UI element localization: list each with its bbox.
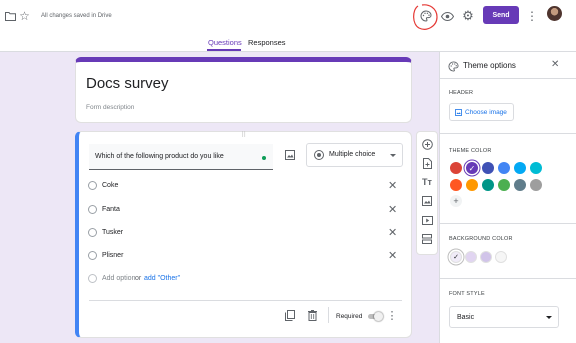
add-option-row: Add option or add "Other" bbox=[79, 272, 412, 286]
dropdown-arrow-icon bbox=[546, 316, 552, 319]
add-question-icon[interactable] bbox=[420, 137, 434, 151]
question-type-select[interactable]: Multiple choice bbox=[306, 143, 403, 167]
option-row[interactable]: Tusker ✕ bbox=[79, 226, 412, 240]
image-icon bbox=[454, 108, 462, 116]
form-description[interactable]: Form description bbox=[86, 104, 134, 111]
custom-color-button[interactable]: + bbox=[450, 195, 462, 207]
option-label[interactable]: Coke bbox=[102, 182, 118, 189]
add-image-icon[interactable] bbox=[284, 149, 296, 161]
background-color-swatch[interactable]: ✓ bbox=[450, 251, 462, 263]
theme-color-swatch[interactable] bbox=[482, 179, 494, 191]
delete-icon[interactable] bbox=[306, 309, 318, 321]
save-status: All changes saved in Drive bbox=[41, 13, 112, 19]
option-label[interactable]: Plisner bbox=[102, 252, 123, 259]
header-section-label: HEADER bbox=[449, 90, 474, 96]
background-color-section-label: BACKGROUND COLOR bbox=[449, 236, 513, 242]
background-color-swatch[interactable] bbox=[495, 251, 507, 263]
section-divider bbox=[440, 223, 576, 224]
choose-image-button[interactable]: Choose image bbox=[449, 103, 514, 121]
add-other-link[interactable]: add "Other" bbox=[144, 275, 180, 282]
send-button-label: Send bbox=[492, 11, 510, 19]
add-title-icon[interactable]: Tт bbox=[420, 175, 434, 189]
form-title[interactable]: Docs survey bbox=[86, 75, 169, 92]
choose-image-label: Choose image bbox=[465, 109, 507, 116]
question-title-field[interactable]: Which of the following product do you li… bbox=[89, 144, 273, 170]
option-row[interactable]: Plisner ✕ bbox=[79, 249, 412, 263]
question-text: Which of the following product do you li… bbox=[95, 153, 224, 160]
duplicate-icon[interactable] bbox=[284, 309, 296, 321]
remove-option-icon[interactable]: ✕ bbox=[388, 228, 397, 239]
panel-title: Theme options bbox=[463, 61, 516, 70]
top-bar: ☆ All changes saved in Drive ⚙ Send ⋮ bbox=[0, 0, 576, 32]
send-button[interactable]: Send bbox=[483, 6, 519, 24]
font-style-value: Basic bbox=[457, 314, 475, 321]
question-card: ⠿ Which of the following product do you … bbox=[75, 131, 412, 338]
theme-color-swatch[interactable] bbox=[514, 179, 526, 191]
radio-circle bbox=[88, 181, 97, 190]
theme-color-swatch[interactable] bbox=[498, 162, 510, 174]
section-divider bbox=[440, 133, 576, 134]
title-card: Docs survey Form description bbox=[75, 57, 412, 123]
footer-divider bbox=[89, 300, 402, 301]
background-color-swatch[interactable] bbox=[480, 251, 492, 263]
radio-circle bbox=[88, 274, 97, 283]
settings-gear-icon[interactable]: ⚙ bbox=[461, 8, 475, 23]
font-style-select[interactable]: Basic bbox=[449, 306, 559, 328]
tab-responses[interactable]: Responses bbox=[248, 38, 286, 47]
required-toggle[interactable] bbox=[367, 312, 383, 321]
option-label[interactable]: Tusker bbox=[102, 229, 123, 236]
theme-color-swatch[interactable] bbox=[466, 179, 478, 191]
annotation-circle bbox=[413, 4, 438, 30]
preview-eye-icon[interactable] bbox=[440, 9, 454, 23]
add-section-icon[interactable] bbox=[420, 232, 434, 246]
or-text: or bbox=[135, 275, 142, 282]
more-vert-icon[interactable]: ⋮ bbox=[387, 309, 398, 322]
radio-circle bbox=[88, 251, 97, 260]
check-icon: ✓ bbox=[468, 163, 476, 173]
required-label: Required bbox=[336, 313, 363, 320]
option-row[interactable]: Coke ✕ bbox=[79, 179, 412, 193]
theme-color-swatch[interactable] bbox=[530, 162, 542, 174]
grammar-dot bbox=[262, 156, 266, 160]
check-icon: ✓ bbox=[453, 254, 459, 261]
theme-color-swatch[interactable]: ✓ bbox=[466, 162, 478, 174]
theme-color-swatch[interactable] bbox=[514, 162, 526, 174]
remove-option-icon[interactable]: ✕ bbox=[388, 251, 397, 262]
theme-color-swatch[interactable] bbox=[482, 162, 494, 174]
background-color-swatch[interactable] bbox=[465, 251, 477, 263]
more-vert-icon[interactable]: ⋮ bbox=[526, 8, 538, 24]
remove-option-icon[interactable]: ✕ bbox=[388, 205, 397, 216]
vertical-divider bbox=[328, 307, 329, 323]
radio-circle bbox=[88, 205, 97, 214]
theme-color-swatch[interactable] bbox=[498, 179, 510, 191]
radio-checked-icon bbox=[314, 150, 324, 160]
theme-color-swatch[interactable] bbox=[530, 179, 542, 191]
option-row[interactable]: Fanta ✕ bbox=[79, 203, 412, 217]
import-questions-icon[interactable] bbox=[420, 156, 434, 170]
palette-icon bbox=[447, 60, 459, 72]
avatar[interactable] bbox=[547, 6, 562, 21]
panel-divider bbox=[440, 78, 576, 79]
folder-icon[interactable] bbox=[4, 10, 16, 22]
option-label[interactable]: Fanta bbox=[102, 206, 120, 213]
section-divider bbox=[440, 278, 576, 279]
active-tab-indicator bbox=[207, 49, 241, 51]
dropdown-arrow-icon bbox=[390, 154, 396, 157]
add-video-icon[interactable] bbox=[420, 213, 434, 227]
radio-circle bbox=[88, 228, 97, 237]
add-image-icon[interactable] bbox=[420, 194, 434, 208]
question-type-label: Multiple choice bbox=[329, 151, 376, 158]
theme-color-section-label: THEME COLOR bbox=[449, 148, 492, 154]
close-icon[interactable]: ✕ bbox=[551, 59, 559, 70]
add-option-link[interactable]: Add option bbox=[102, 275, 135, 282]
theme-color-swatch[interactable] bbox=[450, 179, 462, 191]
tab-questions[interactable]: Questions bbox=[208, 38, 242, 47]
drag-handle-icon[interactable]: ⠿ bbox=[241, 131, 246, 139]
font-style-section-label: FONT STYLE bbox=[449, 291, 485, 297]
star-icon[interactable]: ☆ bbox=[18, 9, 31, 23]
tabs-bar: Questions Responses bbox=[0, 32, 576, 52]
toggle-thumb bbox=[374, 312, 383, 321]
remove-option-icon[interactable]: ✕ bbox=[388, 181, 397, 192]
theme-color-swatch[interactable] bbox=[450, 162, 462, 174]
